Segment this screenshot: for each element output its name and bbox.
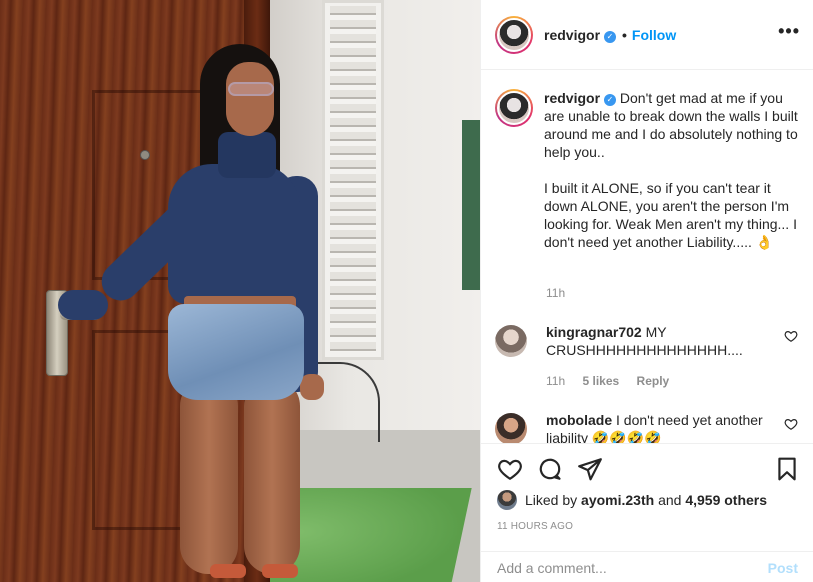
liked-by-others[interactable]: 4,959 others xyxy=(685,492,767,508)
person-turtleneck xyxy=(218,132,276,178)
add-comment-input[interactable] xyxy=(497,559,768,576)
comment-item: mobolade I don't need yet another liabil… xyxy=(495,411,800,443)
verified-badge-icon: ✓ xyxy=(604,30,617,43)
liked-by-user[interactable]: ayomi.23th xyxy=(581,492,654,508)
post-actions: Liked by ayomi.23th and 4,959 others 11 … xyxy=(481,443,813,577)
header-separator: • xyxy=(622,26,627,43)
action-buttons xyxy=(497,456,603,482)
author-avatar-image xyxy=(497,17,531,52)
follow-button[interactable]: Follow xyxy=(632,27,676,43)
comment-item: kingragnar702 MY CRUSHHHHHHHHHHHHHH.... … xyxy=(495,323,800,390)
person-forearm-left xyxy=(58,290,108,320)
post-header: redvigor ✓ • Follow ••• xyxy=(481,0,813,70)
comment-likes[interactable]: 5 likes xyxy=(582,374,619,388)
liked-by-and: and xyxy=(654,492,686,508)
comment-icon[interactable] xyxy=(537,456,563,482)
comment-username[interactable]: mobolade xyxy=(546,412,612,428)
post-age[interactable]: 11 HOURS AGO xyxy=(497,521,573,532)
comment-username[interactable]: kingragnar702 xyxy=(546,324,642,340)
post-side-panel: redvigor ✓ • Follow ••• redvigor ✓ Don't g… xyxy=(480,0,813,582)
person-hand-right xyxy=(300,374,324,400)
add-comment-bar: Post xyxy=(481,551,813,582)
caption-text: Don't get mad at me if you are unable to… xyxy=(544,90,798,250)
comment-body: kingragnar702 MY CRUSHHHHHHHHHHHHHH.... … xyxy=(546,323,766,390)
photo-green-edge xyxy=(462,120,480,290)
comment-reply-button[interactable]: Reply xyxy=(637,374,670,388)
caption-author-avatar-image xyxy=(497,91,531,125)
comment-body: mobolade I don't need yet another liabil… xyxy=(546,411,766,443)
person-face xyxy=(226,62,274,136)
person-shoe-right xyxy=(262,564,298,578)
save-button[interactable] xyxy=(774,456,800,485)
likes-summary: Liked by ayomi.23th and 4,959 others xyxy=(497,490,767,510)
comment-meta: 11h 5 likes Reply xyxy=(546,372,766,390)
comment-avatar[interactable] xyxy=(495,325,527,357)
author-username-text[interactable]: redvigor xyxy=(544,27,600,43)
caption-author-avatar[interactable] xyxy=(495,89,533,127)
caption-verified-badge-icon: ✓ xyxy=(604,94,617,106)
more-options-icon[interactable]: ••• xyxy=(778,22,800,40)
person-leg-right xyxy=(244,378,300,574)
caption: redvigor ✓ Don't get mad at me if you are… xyxy=(495,89,800,251)
person-leg-left xyxy=(180,378,238,574)
comment-like-heart-icon[interactable] xyxy=(784,329,798,343)
comments-scroll-area[interactable]: redvigor ✓ Don't get mad at me if you are… xyxy=(481,71,813,443)
person-shoe-left xyxy=(210,564,246,578)
instagram-post: redvigor ✓ • Follow ••• redvigor ✓ Don't g… xyxy=(0,0,813,582)
bookmark-icon[interactable] xyxy=(774,456,800,482)
liker-avatar[interactable] xyxy=(497,490,517,510)
person-shorts xyxy=(168,304,304,400)
person-top xyxy=(168,164,300,304)
person-glasses xyxy=(228,82,274,96)
heart-icon[interactable] xyxy=(497,456,523,482)
caption-time[interactable]: 11h xyxy=(546,286,565,300)
author-username[interactable]: redvigor ✓ xyxy=(544,27,617,43)
share-icon[interactable] xyxy=(577,456,603,482)
photo-door-lock xyxy=(140,150,150,160)
photo-shutter-slats xyxy=(330,6,376,352)
caption-text-block: redvigor ✓ Don't get mad at me if you are… xyxy=(544,89,800,251)
post-photo[interactable] xyxy=(0,0,480,582)
author-avatar[interactable] xyxy=(495,15,533,54)
comment-time[interactable]: 11h xyxy=(546,374,565,388)
caption-username[interactable]: redvigor xyxy=(544,90,600,106)
comment-avatar[interactable] xyxy=(495,413,527,443)
comment-like-heart-icon[interactable] xyxy=(784,417,798,431)
liked-by-prefix: Liked by xyxy=(525,492,582,508)
post-comment-button[interactable]: Post xyxy=(768,560,798,576)
